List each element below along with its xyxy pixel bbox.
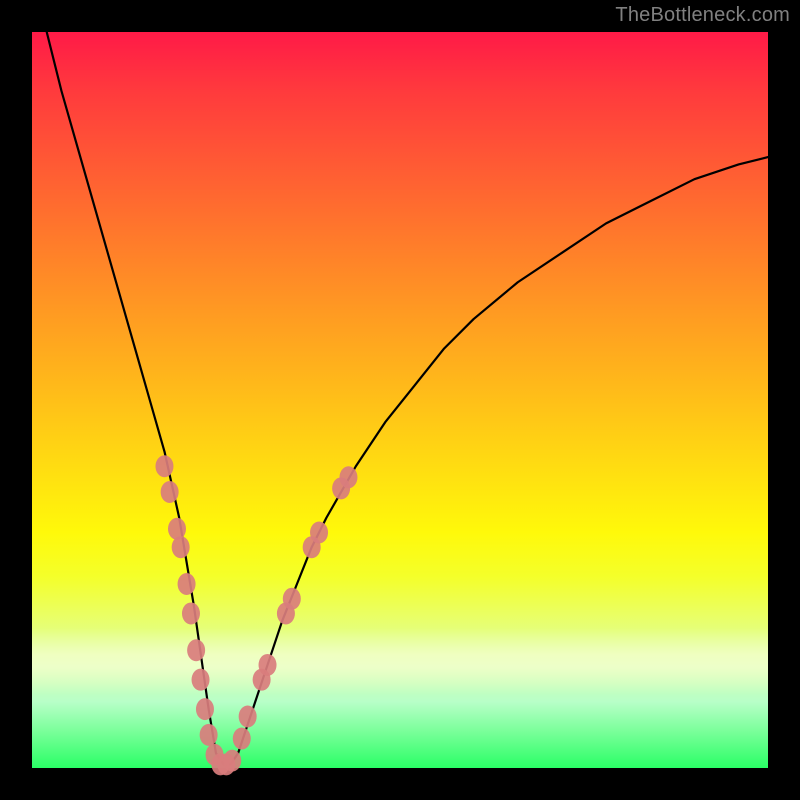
marker-group xyxy=(155,455,357,775)
left-cluster-marker xyxy=(200,724,218,746)
watermark-text: TheBottleneck.com xyxy=(615,4,790,27)
left-cluster-marker xyxy=(168,518,186,540)
bottom-cluster-marker xyxy=(223,750,241,772)
left-cluster-marker xyxy=(182,602,200,624)
left-cluster-marker xyxy=(172,536,190,558)
left-cluster-marker xyxy=(196,698,214,720)
curve-group xyxy=(47,32,768,764)
curve-svg xyxy=(32,32,768,768)
right-cluster-marker xyxy=(283,588,301,610)
left-cluster-marker xyxy=(192,669,210,691)
left-cluster-marker xyxy=(187,639,205,661)
right-cluster-marker xyxy=(259,654,277,676)
left-cluster-marker xyxy=(155,455,173,477)
bottleneck-curve xyxy=(47,32,768,764)
right-cluster-marker xyxy=(310,521,328,543)
left-cluster-marker xyxy=(178,573,196,595)
right-cluster-marker xyxy=(233,728,251,750)
right-cluster-marker xyxy=(339,466,357,488)
chart-frame: TheBottleneck.com xyxy=(0,0,800,800)
right-cluster-marker xyxy=(239,705,257,727)
plot-area xyxy=(32,32,768,768)
left-cluster-marker xyxy=(161,481,179,503)
